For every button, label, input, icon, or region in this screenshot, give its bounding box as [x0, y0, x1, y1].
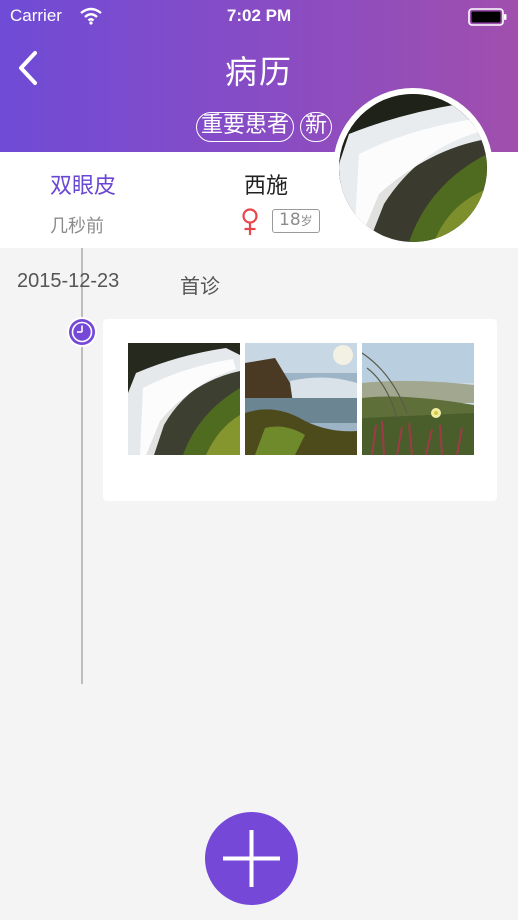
patient-name: 西施 [244, 174, 289, 199]
tag-new[interactable]: 新 [300, 112, 333, 142]
age-unit: 岁 [300, 214, 313, 228]
record-photo[interactable] [362, 343, 474, 455]
record-card[interactable] [103, 319, 497, 501]
updated-time: 几秒前 [50, 216, 104, 237]
photo-flower-coast-image [362, 343, 474, 455]
timeline-line [81, 248, 83, 684]
page-title: 病历 [224, 53, 293, 91]
record-photo[interactable] [128, 343, 240, 455]
battery-icon [468, 8, 507, 26]
record-visit-type: 首诊 [180, 274, 220, 298]
status-bar: Carrier 7:02 PM [0, 0, 518, 36]
age-badge: 18岁 [272, 209, 320, 233]
patient-avatar[interactable] [333, 88, 493, 248]
clock-icon [67, 317, 97, 347]
clock-time: 7:02 PM [226, 6, 292, 25]
patient-tags[interactable]: 重要患者新 [196, 112, 336, 144]
avatar-waterfall-image [339, 94, 487, 242]
tag-important-patient[interactable]: 重要患者 [196, 112, 295, 142]
photo-cliff-falls-image [245, 343, 357, 455]
add-record-button[interactable] [205, 812, 298, 905]
age-value: 18 [279, 210, 301, 230]
photo-waterfall-image [128, 343, 240, 455]
record-photo[interactable] [245, 343, 357, 455]
surgery-name: 双眼皮 [50, 174, 117, 199]
record-date: 2015-12-23 [17, 270, 120, 292]
female-icon [242, 208, 258, 235]
plus-icon [223, 830, 280, 887]
